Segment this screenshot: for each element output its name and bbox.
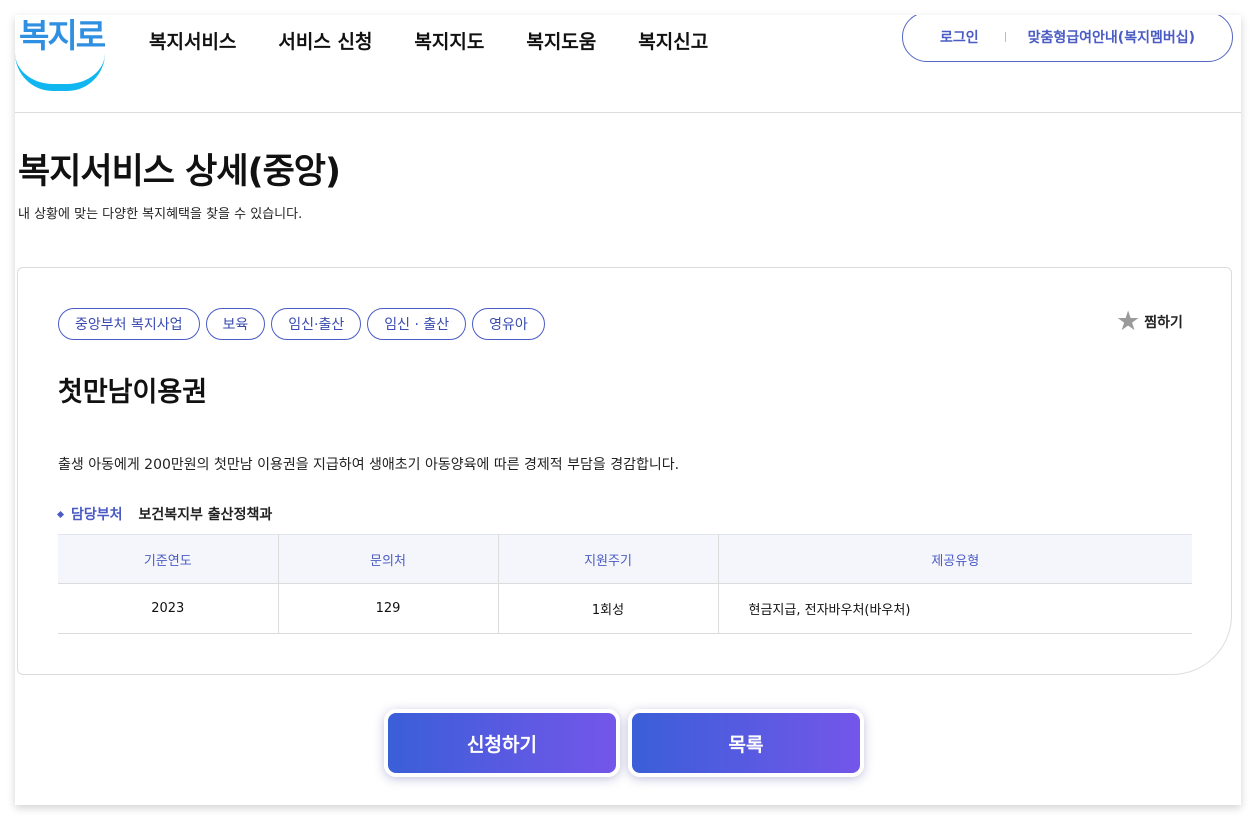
header-provision-type: 제공유형 (718, 534, 1192, 584)
logo-text: 복지로 (19, 16, 106, 55)
cell-contact: 129 (278, 583, 499, 634)
nav-welfare-service[interactable]: 복지서비스 (149, 27, 236, 54)
login-link[interactable]: 로그인 (940, 27, 979, 47)
table-header-row: 기준연도 문의처 지원주기 제공유형 (58, 534, 1192, 584)
category-tags: 중앙부처 복지사업 보육 임신·출산 임신 · 출산 영유아 (58, 308, 551, 340)
apply-button[interactable]: 신청하기 (384, 709, 620, 777)
nav-welfare-help[interactable]: 복지도움 (526, 27, 596, 54)
service-summary: 출생 아동에게 200만원의 첫만남 이용권을 지급하여 생애초기 아동양육에 … (58, 457, 680, 473)
utility-divider (1004, 32, 1006, 42)
department-value: 보건복지부 출산정책과 (138, 507, 273, 523)
utility-menu: 로그인 맞춤형급여안내(복지멤버십) (902, 15, 1233, 62)
cell-provision-type: 현금지급, 전자바우처(바우처) (718, 583, 1192, 634)
service-name: 첫만남이용권 (58, 377, 208, 408)
tag-pregnancy-birth: 임신·출산 (271, 308, 362, 340)
table-row: 2023 129 1회성 현금지급, 전자바우처(바우처) (58, 583, 1192, 634)
service-info-table: 기준연도 문의처 지원주기 제공유형 2023 129 1회성 현금지급, 전자… (58, 534, 1192, 634)
favorite-label: 찜하기 (1144, 314, 1183, 331)
header-contact: 문의처 (278, 534, 499, 584)
site-header: 복지로 복지서비스 서비스 신청 복지지도 복지도움 복지신고 로그인 맞춤형급… (15, 15, 1241, 113)
tag-pregnancy-birth-alt: 임신 · 출산 (367, 308, 467, 340)
main-navigation: 복지서비스 서비스 신청 복지지도 복지도움 복지신고 (149, 27, 708, 54)
page-shell: 복지로 복지서비스 서비스 신청 복지지도 복지도움 복지신고 로그인 맞춤형급… (15, 15, 1241, 805)
tag-central-ministry: 중앙부처 복지사업 (58, 308, 200, 340)
header-base-year: 기준연도 (58, 534, 279, 584)
nav-service-apply[interactable]: 서비스 신청 (278, 27, 372, 54)
star-icon: ★ (1116, 306, 1141, 337)
department-label: 담당부처 (71, 507, 123, 523)
membership-link[interactable]: 맞춤형급여안내(복지멤버십) (1028, 27, 1195, 47)
header-support-cycle: 지원주기 (498, 534, 719, 584)
site-logo[interactable]: 복지로 (15, 15, 107, 97)
service-detail-card: 중앙부처 복지사업 보육 임신·출산 임신 · 출산 영유아 ★ 찜하기 첫만남… (17, 267, 1232, 675)
nav-welfare-map[interactable]: 복지지도 (414, 27, 484, 54)
department-row: 담당부처 보건복지부 출산정책과 (56, 504, 273, 524)
page-title: 복지서비스 상세(중앙) (18, 152, 341, 192)
cell-base-year: 2023 (58, 583, 279, 634)
favorite-button[interactable]: ★ 찜하기 (1116, 308, 1183, 335)
logo-smile-icon (15, 53, 105, 91)
tag-childcare: 보육 (205, 308, 266, 340)
diamond-bullet-icon (56, 510, 65, 518)
list-button[interactable]: 목록 (628, 709, 864, 777)
cell-support-cycle: 1회성 (498, 583, 719, 634)
nav-welfare-report[interactable]: 복지신고 (638, 27, 708, 54)
tag-infant: 영유아 (472, 308, 545, 340)
page-description: 내 상황에 맞는 다양한 복지혜택을 찾을 수 있습니다. (18, 207, 303, 222)
